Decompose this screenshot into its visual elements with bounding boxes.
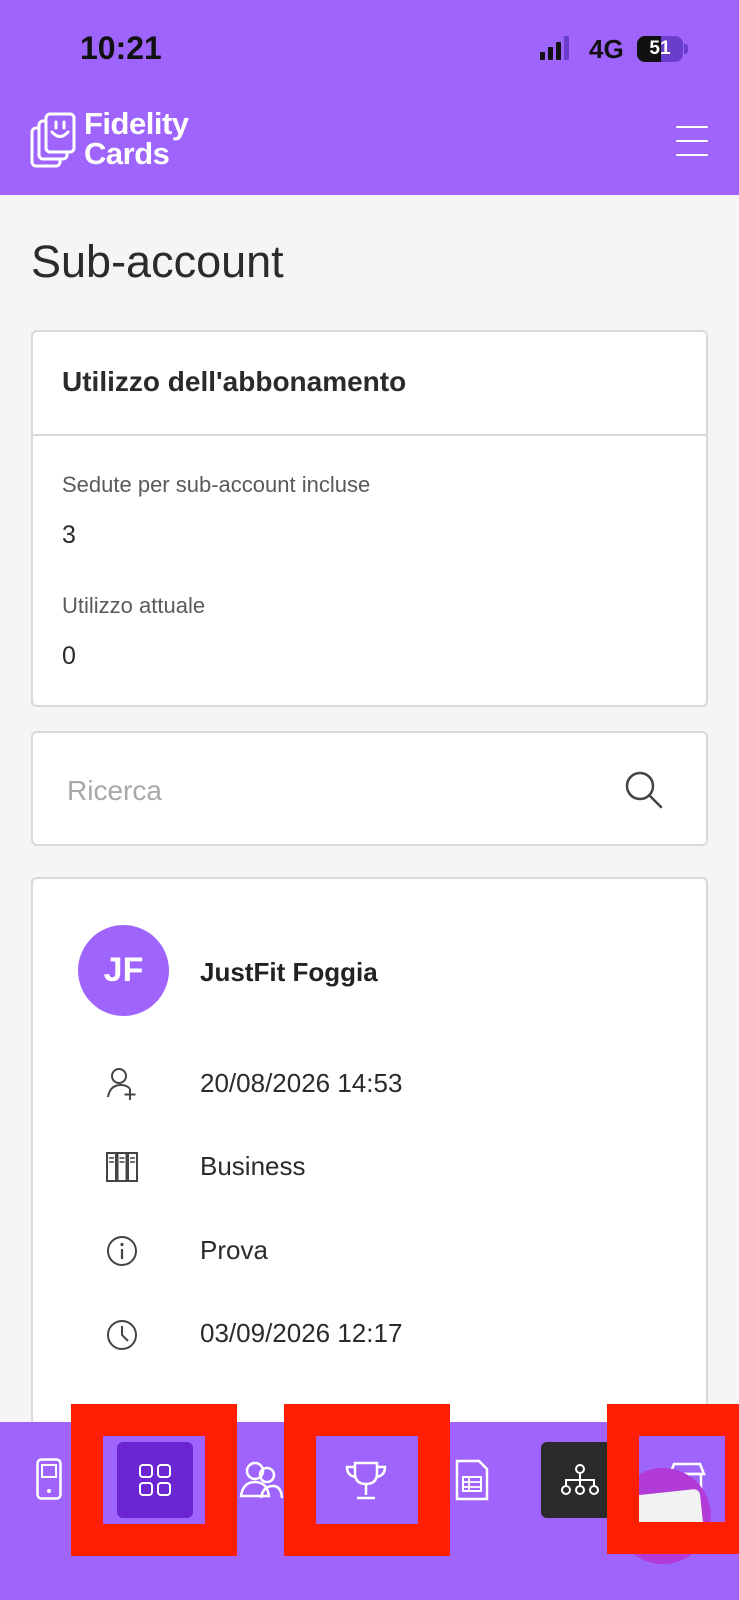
plan-name: Business [200,1151,306,1181]
current-usage-value: 0 [62,642,76,670]
search-placeholder: Ricerca [67,775,162,806]
subscription-usage-card: Utilizzo dell'abbonamento Sedute per sub… [31,330,708,707]
menu-icon[interactable] [676,126,708,156]
account-name[interactable]: JustFit Foggia [200,957,378,988]
battery-level: 51 [649,38,671,59]
account-status: Prova [200,1235,268,1265]
highlight-frame-trophy [284,1404,450,1556]
highlight-frame-store [607,1404,739,1554]
signal-icon [540,36,569,60]
users-icon[interactable] [239,1460,283,1500]
current-usage-label: Utilizzo attuale [62,593,206,618]
expiry-date: 03/09/2026 12:17 [200,1318,403,1348]
sub-account-card[interactable]: JF JustFit Foggia 20/08/2026 14:53 Busin… [31,877,708,1437]
sheet-icon[interactable] [455,1459,489,1501]
plan-icon [106,1152,138,1182]
seats-value: 3 [62,521,76,549]
cards-logo-icon [30,112,76,168]
search-input[interactable]: Ricerca [31,731,708,846]
phone-icon[interactable] [36,1458,62,1500]
page-title: Sub-account [31,236,284,287]
highlight-frame-grid [71,1404,237,1556]
battery-tip [684,44,688,54]
seats-label: Sedute per sub-account incluse [62,472,371,497]
avatar: JF [78,925,169,1016]
info-icon [107,1236,137,1266]
usage-card-title: Utilizzo dell'abbonamento [33,332,706,436]
search-icon[interactable] [624,770,664,810]
battery-icon: 51 [637,36,683,62]
brand-name: Fidelity Cards [84,106,234,171]
status-bar: 10:21 4G 51 [0,0,739,95]
brand-line-2: Cards [84,136,170,171]
app-header: 10:21 4G 51 Fidelity Cards [0,0,739,195]
created-date: 20/08/2026 14:53 [200,1068,403,1098]
clock-icon [107,1320,137,1350]
network-type: 4G [589,34,624,64]
brand-line-1: Fidelity [84,106,189,141]
hierarchy-icon[interactable] [560,1464,600,1496]
user-add-icon [107,1068,136,1100]
status-time: 10:21 [80,30,162,66]
